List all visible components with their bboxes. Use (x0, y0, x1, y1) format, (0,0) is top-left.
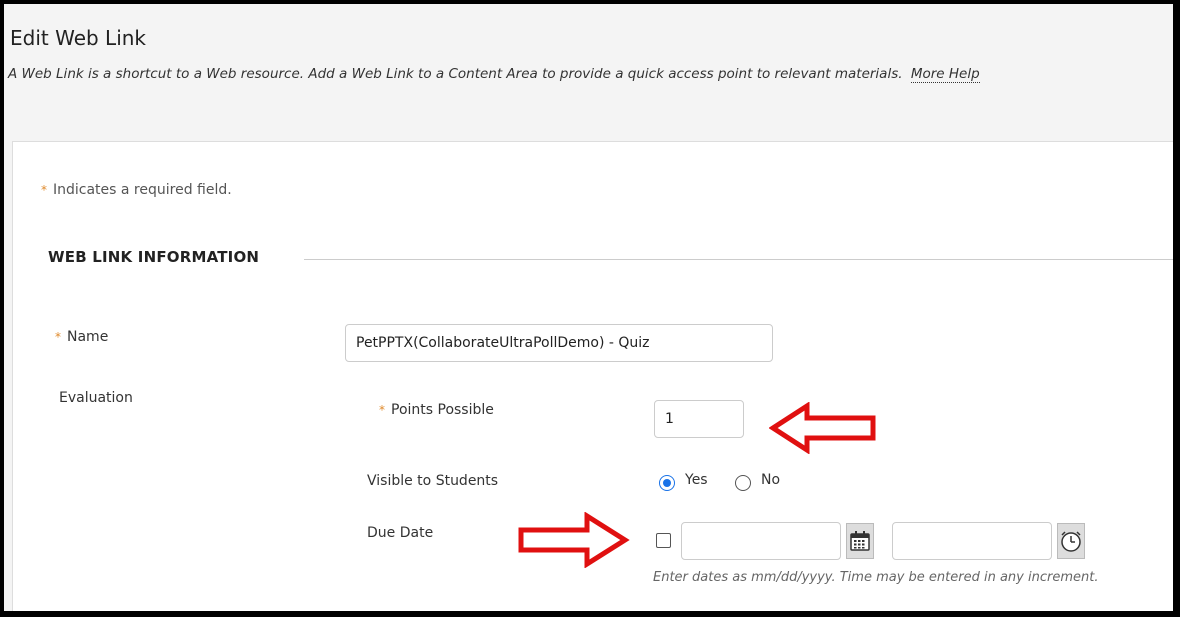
visible-label: Visible to Students (367, 473, 499, 489)
due-date-input[interactable] (681, 522, 841, 560)
calendar-button[interactable] (846, 523, 874, 559)
required-star: * (41, 183, 47, 197)
form-panel: * Indicates a required field. WEB LINK IN… (12, 141, 1173, 611)
page-title: Edit Web Link (10, 26, 147, 50)
section-title: WEB LINK INFORMATION (48, 248, 260, 266)
more-help-link[interactable]: More Help (910, 66, 980, 83)
clock-icon (1061, 531, 1081, 552)
page-description-text: A Web Link is a shortcut to a Web resour… (8, 66, 903, 82)
page-frame: Edit Web Link A Web Link is a shortcut t… (4, 4, 1173, 611)
required-star: * (55, 330, 61, 344)
name-label-group: * Name (55, 329, 108, 345)
points-label: Points Possible (391, 402, 494, 418)
visible-yes-label[interactable]: Yes (685, 472, 708, 488)
visible-yes-radio[interactable] (659, 475, 675, 491)
name-input[interactable]: PetPPTX(CollaborateUltraPollDemo) - Quiz (345, 324, 773, 362)
clock-button[interactable] (1057, 523, 1085, 559)
required-note-text: Indicates a required field. (53, 182, 232, 198)
required-star: * (379, 403, 385, 417)
due-date-checkbox[interactable] (656, 533, 671, 548)
evaluation-label: Evaluation (59, 390, 133, 406)
arrow-right-annotation-icon (518, 512, 630, 568)
due-date-hint: Enter dates as mm/dd/yyyy. Time may be e… (653, 570, 1099, 585)
name-label: Name (67, 329, 109, 345)
section-divider (304, 259, 1173, 260)
calendar-icon (850, 531, 870, 551)
page-description: A Web Link is a shortcut to a Web resour… (8, 66, 980, 83)
points-label-group: * Points Possible (379, 402, 494, 418)
visible-no-radio[interactable] (735, 475, 751, 491)
arrow-left-annotation-icon (769, 402, 876, 454)
page-header: Edit Web Link A Web Link is a shortcut t… (4, 4, 1173, 140)
required-note: * Indicates a required field. (41, 182, 232, 198)
due-date-label: Due Date (367, 525, 434, 541)
points-input[interactable]: 1 (654, 400, 744, 438)
due-time-input[interactable] (892, 522, 1052, 560)
visible-no-label[interactable]: No (761, 472, 780, 488)
